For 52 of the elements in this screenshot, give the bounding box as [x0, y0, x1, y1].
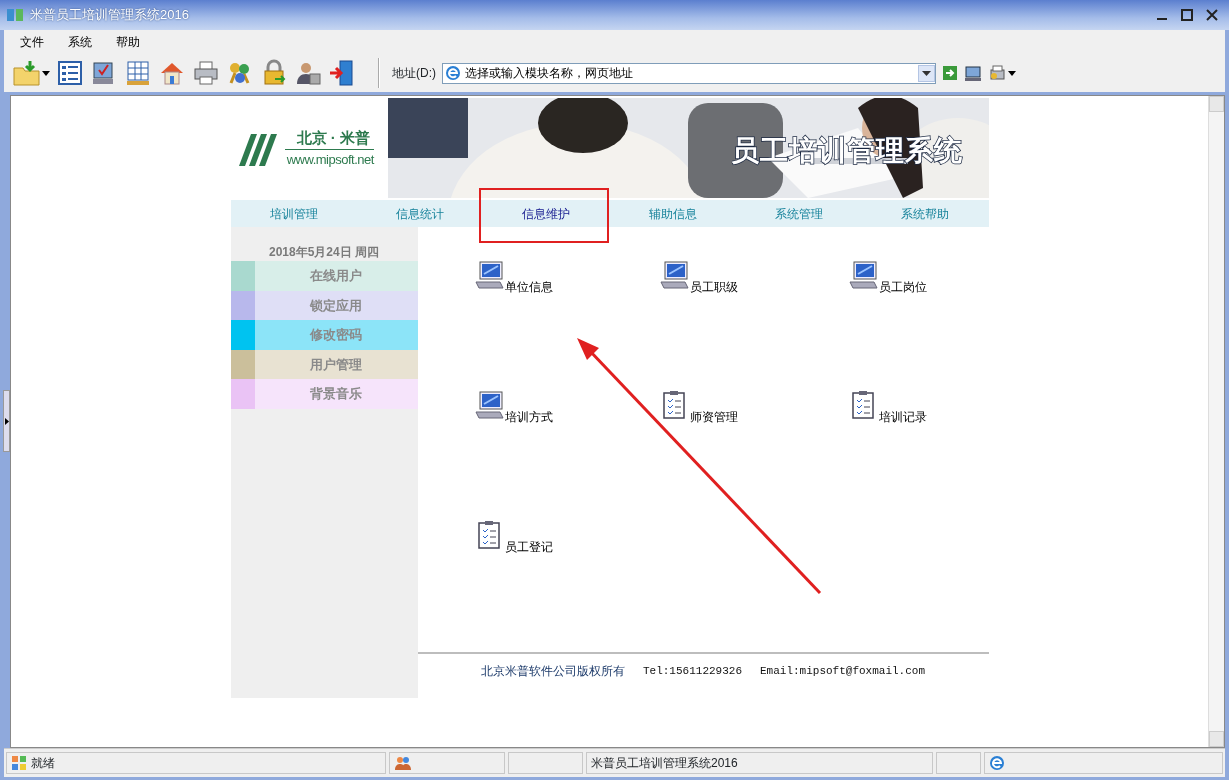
nav-tab[interactable]: 信息维护: [483, 200, 610, 227]
collapse-handle[interactable]: [3, 390, 10, 452]
table-icon: [124, 59, 152, 87]
windows-icon: [11, 755, 27, 771]
module-link[interactable]: 员工岗位: [848, 260, 989, 300]
folder-icon: [12, 59, 40, 87]
menu-item[interactable]: 文件: [8, 33, 56, 51]
scrollbar[interactable]: [1208, 96, 1224, 747]
printer-icon: [988, 64, 1006, 82]
logo-text: 北京 · 米普: [284, 126, 374, 150]
module-link[interactable]: 单位信息: [474, 260, 660, 300]
email-text: Email:mipsoft@foxmail.com: [760, 663, 926, 679]
status-text: 米普员工培训管理系统2016: [591, 755, 738, 772]
status-pane: [936, 752, 981, 774]
address-label: 地址(D:): [392, 65, 436, 82]
go-button[interactable]: [942, 65, 958, 81]
date-text: 2018年5月24日 周四: [267, 244, 381, 261]
nav-tab[interactable]: 辅助信息: [609, 200, 736, 227]
module-link[interactable]: 员工职级: [659, 260, 849, 300]
monitor-icon: [474, 390, 505, 420]
toolbar-button[interactable]: [988, 64, 1016, 82]
caret-icon: [922, 70, 931, 76]
toolbar-button[interactable]: [56, 59, 84, 87]
module-link[interactable]: 培训方式: [474, 390, 660, 430]
caret-icon: [42, 70, 50, 76]
nav-tab[interactable]: 系统帮助: [862, 200, 989, 227]
menu-item[interactable]: 系统: [56, 33, 104, 51]
ie-icon: [445, 65, 461, 81]
status-text: 就绪: [31, 755, 55, 772]
module-link[interactable]: 员工登记: [474, 520, 660, 560]
menu-item[interactable]: 帮助: [104, 33, 152, 51]
ie-icon: [989, 755, 1005, 771]
address-combo-box[interactable]: 选择或输入模块名称，网页地址: [442, 62, 936, 84]
monitor-icon: [474, 260, 505, 290]
phone-text: Tel:15611229326: [642, 663, 742, 679]
logo-website: www.mipsoft.net: [286, 151, 374, 169]
module-link[interactable]: 培训记录: [848, 390, 989, 430]
exit-door-icon: [328, 59, 356, 87]
nav-tab[interactable]: 培训管理: [230, 200, 357, 227]
users-icon: [394, 755, 412, 771]
copyright-text: 北京米普软件公司版权所有: [480, 663, 625, 680]
nav-tab[interactable]: 系统管理: [735, 200, 863, 227]
monitor-icon: [848, 260, 879, 290]
monitor-icon: [659, 260, 690, 290]
window-title: 米普员工培训管理系统2016: [30, 6, 189, 25]
app-icon: [6, 6, 24, 24]
printer-icon: [192, 59, 220, 87]
module-link[interactable]: 师资管理: [659, 390, 849, 430]
caret-icon: [1008, 70, 1016, 76]
list-icon: [56, 59, 84, 87]
monitor-icon: [964, 64, 982, 82]
nav-tab[interactable]: 信息统计: [356, 200, 484, 227]
